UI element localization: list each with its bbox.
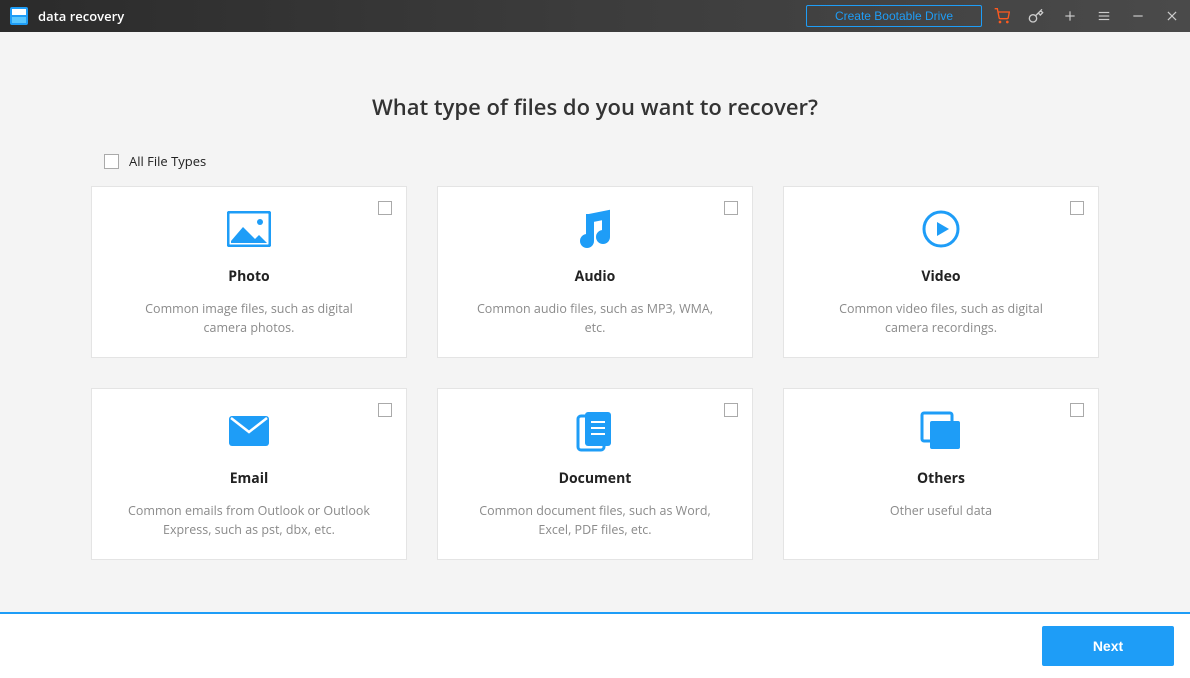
all-file-types-label: All File Types (129, 152, 206, 170)
close-icon[interactable] (1164, 8, 1180, 24)
main-content: What type of files do you want to recove… (0, 32, 1190, 560)
card-photo-title: Photo (118, 267, 380, 286)
card-others-desc: Other useful data (810, 502, 1072, 521)
card-document-desc: Common document files, such as Word, Exc… (464, 502, 726, 540)
card-email-title: Email (118, 469, 380, 488)
menu-icon[interactable] (1096, 8, 1112, 24)
card-email-desc: Common emails from Outlook or Outlook Ex… (118, 502, 380, 540)
card-audio-desc: Common audio files, such as MP3, WMA, et… (464, 300, 726, 338)
create-bootable-drive-button[interactable]: Create Bootable Drive (806, 5, 982, 27)
video-icon (810, 209, 1072, 249)
card-others-title: Others (810, 469, 1072, 488)
card-video-title: Video (810, 267, 1072, 286)
app-logo-icon (10, 7, 28, 25)
card-email-checkbox[interactable] (378, 403, 392, 417)
plus-icon[interactable] (1062, 8, 1078, 24)
email-icon (118, 411, 380, 451)
audio-icon (464, 209, 726, 249)
others-icon (810, 411, 1072, 451)
page-heading: What type of files do you want to recove… (0, 92, 1190, 122)
card-photo-desc: Common image files, such as digital came… (118, 300, 380, 338)
card-photo[interactable]: Photo Common image files, such as digita… (91, 186, 407, 358)
card-audio-title: Audio (464, 267, 726, 286)
card-others[interactable]: Others Other useful data (783, 388, 1099, 560)
next-button[interactable]: Next (1042, 626, 1174, 666)
cart-icon[interactable] (994, 8, 1010, 24)
card-video-checkbox[interactable] (1070, 201, 1084, 215)
card-others-checkbox[interactable] (1070, 403, 1084, 417)
app-title: data recovery (38, 7, 124, 25)
photo-icon (118, 209, 380, 249)
all-file-types-checkbox[interactable] (104, 154, 119, 169)
card-audio-checkbox[interactable] (724, 201, 738, 215)
card-email[interactable]: Email Common emails from Outlook or Outl… (91, 388, 407, 560)
footer-bar: Next (0, 612, 1190, 678)
card-video[interactable]: Video Common video files, such as digita… (783, 186, 1099, 358)
card-document[interactable]: Document Common document files, such as … (437, 388, 753, 560)
titlebar-icon-group (994, 8, 1180, 24)
key-icon[interactable] (1028, 8, 1044, 24)
document-icon (464, 411, 726, 451)
card-document-checkbox[interactable] (724, 403, 738, 417)
all-file-types-row: All File Types (104, 152, 1190, 170)
card-video-desc: Common video files, such as digital came… (810, 300, 1072, 338)
card-document-title: Document (464, 469, 726, 488)
file-type-grid: Photo Common image files, such as digita… (0, 186, 1190, 560)
card-photo-checkbox[interactable] (378, 201, 392, 215)
minimize-icon[interactable] (1130, 8, 1146, 24)
card-audio[interactable]: Audio Common audio files, such as MP3, W… (437, 186, 753, 358)
titlebar: data recovery Create Bootable Drive (0, 0, 1190, 32)
